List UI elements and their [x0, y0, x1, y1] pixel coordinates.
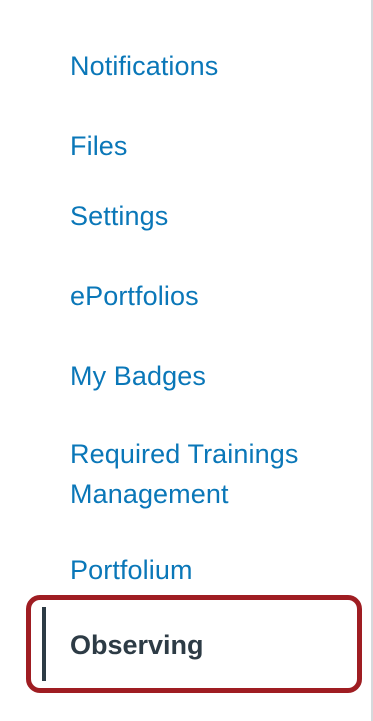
active-indicator-bar: [42, 607, 46, 681]
nav-item-my-badges[interactable]: My Badges: [70, 360, 206, 393]
nav-item-eportfolios[interactable]: ePortfolios: [70, 280, 199, 313]
nav-item-settings[interactable]: Settings: [70, 200, 168, 233]
nav-item-required-trainings-management[interactable]: Required Trainings Management: [70, 434, 298, 514]
nav-item-observing-active[interactable]: Observing: [42, 607, 342, 681]
account-navigation-panel: Notifications Files Settings ePortfolios…: [0, 0, 373, 721]
nav-item-files[interactable]: Files: [70, 130, 128, 163]
nav-item-observing-label: Observing: [70, 630, 204, 660]
nav-item-label-line-1: Required Trainings: [70, 439, 299, 469]
nav-item-portfolium[interactable]: Portfolium: [70, 554, 193, 587]
nav-item-label-line-2: Management: [70, 479, 229, 509]
nav-item-notifications[interactable]: Notifications: [70, 50, 218, 83]
